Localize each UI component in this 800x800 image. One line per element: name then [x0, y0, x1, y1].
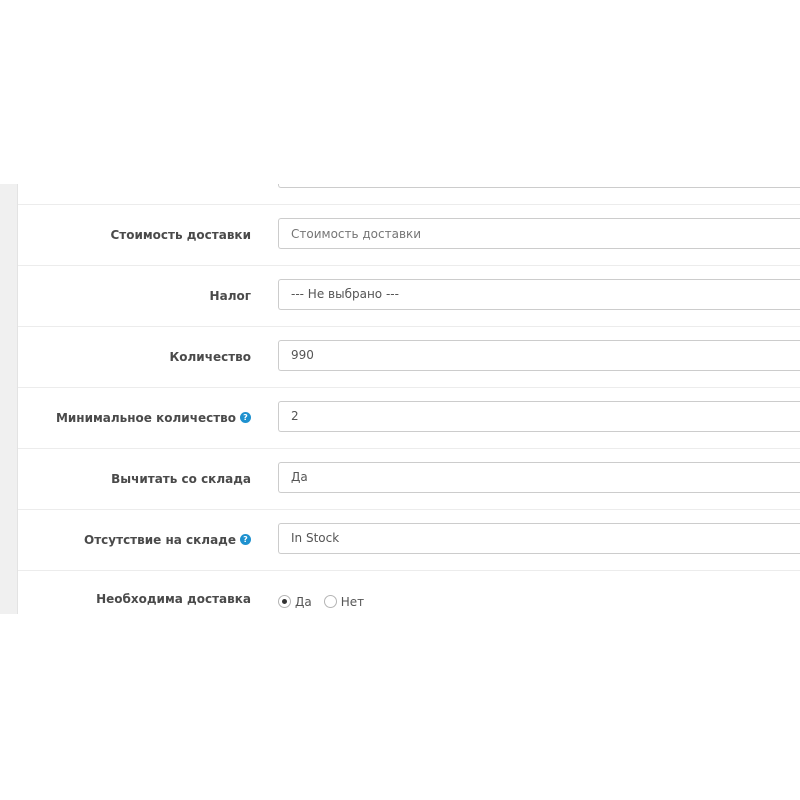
requires-shipping-yes-option[interactable]: Да: [278, 594, 312, 609]
tax-label-text: Налог: [209, 288, 251, 303]
requires-shipping-no-label: Нет: [340, 595, 365, 609]
subtract-stock-label: Вычитать со склада: [18, 448, 251, 509]
tax-select[interactable]: --- Не выбрано ---: [278, 279, 800, 310]
quantity-label: Количество: [18, 326, 251, 387]
tax-label: Налог: [18, 265, 251, 326]
out-of-stock-status-label-text: Отсутствие на складе: [84, 532, 236, 547]
form-row-subtract-stock: Вычитать со склада Да: [18, 448, 800, 510]
subtract-stock-select[interactable]: Да: [278, 462, 800, 493]
out-of-stock-status-label: Отсутствие на складе ?: [18, 509, 251, 570]
form-row-previous: [18, 184, 800, 205]
minimum-quantity-label: Минимальное количество ?: [18, 387, 251, 448]
requires-shipping-radio-group: Да Нет: [278, 570, 376, 614]
subtract-stock-label-text: Вычитать со склада: [111, 471, 251, 486]
previous-field-input[interactable]: [278, 184, 800, 188]
form-row-requires-shipping: Необходима доставка Да Нет: [18, 570, 800, 614]
panel-left-strip: [0, 184, 18, 614]
shipping-cost-label: Стоимость доставки: [18, 204, 251, 265]
out-of-stock-status-select[interactable]: In Stock: [278, 523, 800, 554]
shipping-cost-input[interactable]: [278, 218, 800, 249]
out-of-stock-status-value: In Stock: [291, 531, 340, 545]
form-row-tax: Налог --- Не выбрано ---: [18, 265, 800, 327]
quantity-value: 990: [291, 348, 314, 362]
form-row-quantity: Количество 990: [18, 326, 800, 388]
quantity-label-text: Количество: [169, 349, 251, 364]
subtract-stock-value: Да: [291, 470, 308, 484]
form-row-shipping-cost: Стоимость доставки: [18, 204, 800, 266]
radio-unchecked-icon[interactable]: [323, 594, 337, 608]
minimum-quantity-input[interactable]: 2: [278, 401, 800, 432]
tax-select-value: --- Не выбрано ---: [291, 287, 399, 301]
help-icon[interactable]: ?: [240, 534, 251, 545]
page: Стоимость доставки Налог --- Не выбрано …: [0, 0, 800, 800]
requires-shipping-label-text: Необходима доставка: [96, 592, 251, 606]
form-row-minimum-quantity: Минимальное количество ? 2: [18, 387, 800, 449]
minimum-quantity-value: 2: [291, 409, 299, 423]
quantity-input[interactable]: 990: [278, 340, 800, 371]
shipping-cost-label-text: Стоимость доставки: [110, 227, 251, 242]
requires-shipping-label: Необходима доставка: [18, 570, 251, 614]
minimum-quantity-label-text: Минимальное количество: [55, 410, 236, 425]
form-row-out-of-stock-status: Отсутствие на складе ? In Stock: [18, 509, 800, 571]
radio-checked-icon[interactable]: [278, 594, 291, 608]
help-icon[interactable]: ?: [240, 412, 251, 423]
product-data-form: Стоимость доставки Налог --- Не выбрано …: [0, 184, 800, 614]
requires-shipping-no-option[interactable]: Нет: [323, 594, 365, 609]
requires-shipping-yes-label: Да: [295, 595, 312, 609]
